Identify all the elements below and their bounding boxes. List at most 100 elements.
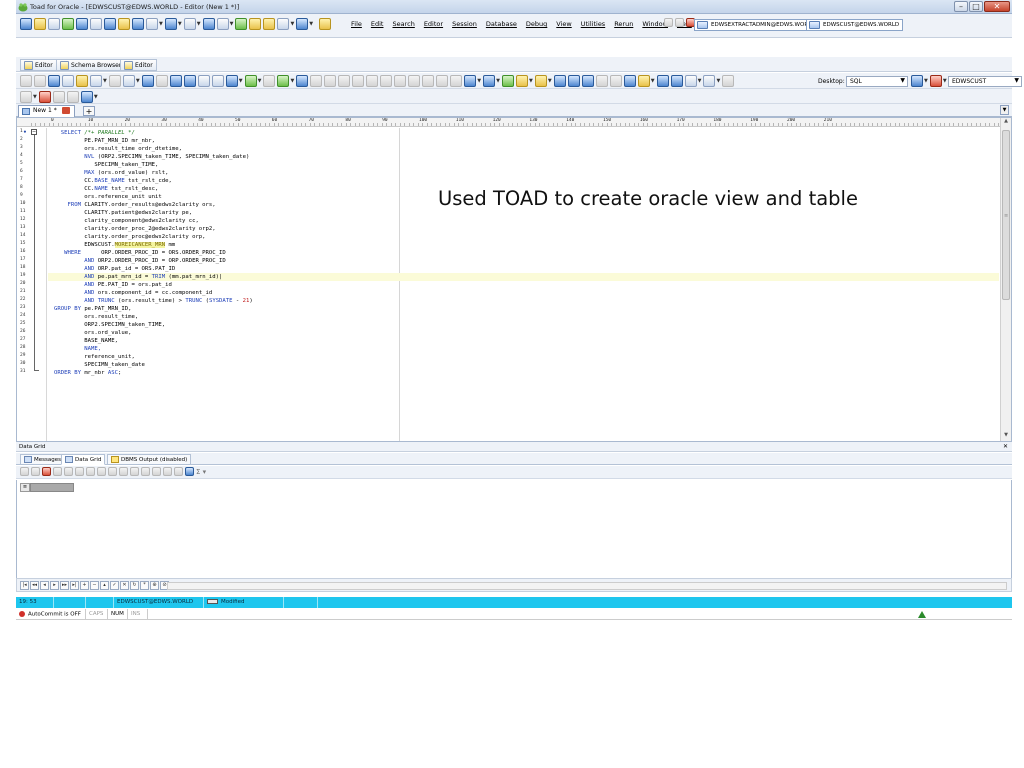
new-icon[interactable] [502, 75, 515, 87]
scroll-up-icon[interactable]: ▲ [1002, 118, 1010, 127]
step-out-icon[interactable] [338, 75, 351, 87]
grid-tool-12-icon[interactable] [141, 467, 150, 476]
code-line[interactable]: ors.reference_unit unit [54, 193, 161, 201]
menu-utilities[interactable]: Utilities [581, 20, 605, 28]
code-line[interactable]: SELECT /*+ PARALLEL */ [54, 129, 135, 137]
nav-post-icon[interactable]: ✓ [110, 581, 119, 590]
save-icon[interactable] [553, 75, 566, 87]
bookmark-icon[interactable] [122, 75, 135, 87]
code-line[interactable]: PE.PAT_MRN_ID mr_nbr, [54, 137, 155, 145]
menu-search[interactable]: Search [392, 20, 414, 28]
session-browser-icon[interactable] [76, 18, 88, 30]
search-icon[interactable] [132, 18, 144, 30]
nav-prior-page-icon[interactable]: ◂◂ [30, 581, 39, 590]
save-all-icon[interactable] [567, 75, 580, 87]
nav-next-page-icon[interactable]: ▸▸ [60, 581, 69, 590]
cut-icon[interactable] [595, 75, 608, 87]
desktop-select[interactable]: SQL ▼ [846, 76, 908, 87]
stop-icon[interactable] [263, 75, 276, 87]
grid-clear-icon[interactable] [42, 467, 51, 476]
undo-icon[interactable] [141, 75, 154, 87]
code-line[interactable]: CLARITY.patient@edws2clarity pe, [54, 209, 192, 217]
autocommit-status[interactable]: AutoCommit is OFF [16, 609, 86, 620]
code-line[interactable]: AND pe.pat_mrn_id = TRIM (mm.pat_mrn_id)… [54, 273, 222, 281]
watch-icon[interactable] [352, 75, 365, 87]
row-indicator[interactable]: ≡ [20, 483, 30, 492]
code-line[interactable]: ors.result_time ordr_dtetime, [54, 145, 182, 153]
run-icon[interactable] [244, 75, 257, 87]
grid-tool-4-icon[interactable] [53, 467, 62, 476]
nav-last-icon[interactable]: ▸| [70, 581, 79, 590]
print-icon[interactable] [581, 75, 594, 87]
trace-icon[interactable] [436, 75, 449, 87]
grid-tool-15-icon[interactable] [174, 467, 183, 476]
nav-apply-icon[interactable]: * [140, 581, 149, 590]
close-button[interactable]: ✕ [984, 1, 1010, 12]
users-icon[interactable] [263, 18, 276, 30]
scroll-down-icon[interactable]: ▼ [1002, 432, 1010, 441]
connection-tab-extractadmin[interactable]: EDWSEXTRACTADMIN@EDWS.WORLD [694, 19, 820, 31]
macro-icon[interactable] [52, 91, 65, 103]
code-area[interactable]: SELECT /*+ PARALLEL */ PE.PAT_MRN_ID mr_… [48, 128, 999, 441]
code-line[interactable]: AND PE.PAT_ID = ors.pat_id [54, 281, 172, 289]
nav-cancel-icon[interactable]: ✕ [120, 581, 129, 590]
code-line[interactable]: AND ors.component_id = cc.component_id [54, 289, 212, 297]
chart-icon[interactable] [216, 18, 229, 30]
help-icon[interactable] [722, 75, 735, 87]
nav-insert-icon[interactable]: + [80, 581, 89, 590]
macro-play-icon[interactable] [66, 91, 79, 103]
export-icon[interactable] [164, 18, 177, 30]
grid-tool-8-icon[interactable] [97, 467, 106, 476]
code-line[interactable]: FROM CLARITY.order_results@edws2clarity … [54, 201, 215, 209]
desktop-delete-icon[interactable] [929, 75, 942, 87]
menu-editor[interactable]: Editor [424, 20, 443, 28]
mdi-minimize-icon[interactable] [664, 18, 673, 27]
compare-icon[interactable] [183, 18, 196, 30]
paste-icon[interactable] [623, 75, 636, 87]
breakpoint-icon[interactable] [366, 75, 379, 87]
schema-browser-icon[interactable] [34, 18, 46, 30]
code-line[interactable]: EDWSCUST.MOREICANCER_MRN mm [54, 241, 175, 249]
grid-filter-icon[interactable] [31, 467, 40, 476]
maximize-button[interactable]: □ [969, 1, 983, 12]
code-line[interactable]: NAME, [54, 345, 101, 353]
tab-data-grid[interactable]: Data Grid [61, 454, 106, 465]
grid-icon[interactable] [90, 18, 102, 30]
step-icon[interactable] [310, 75, 323, 87]
grid-view-icon[interactable] [296, 75, 309, 87]
code-line[interactable]: ors.ord_value, [54, 329, 131, 337]
grid-tool-14-icon[interactable] [163, 467, 172, 476]
nav-refresh-icon[interactable]: ↻ [130, 581, 139, 590]
code-line[interactable]: clarity_component@edws2clarity cc, [54, 217, 199, 225]
grid-refresh-icon[interactable] [185, 467, 194, 476]
menu-edit[interactable]: Edit [371, 20, 384, 28]
nav-prior-icon[interactable]: ◂ [40, 581, 49, 590]
step-over-icon[interactable] [324, 75, 337, 87]
team-coding-icon[interactable] [80, 91, 93, 103]
window-tab-editor-2[interactable]: Editor [120, 59, 157, 71]
add-tab-button[interactable]: + [83, 106, 95, 116]
code-line[interactable]: AND ORP2.ORDER_PROC_ID = ORP.ORDER_PROC_… [54, 257, 225, 265]
nav-edit-icon[interactable]: ▴ [100, 581, 109, 590]
window-tab-editor[interactable]: Editor [20, 59, 57, 71]
code-line[interactable]: MAX (ors.ord_value) rslt, [54, 169, 168, 177]
code-line[interactable]: SPECIMN_taken_TIME, [54, 161, 158, 169]
menu-debug[interactable]: Debug [526, 20, 547, 28]
grid-first-icon[interactable] [20, 467, 29, 476]
window-tab-schema-browser[interactable]: Schema Browser [56, 59, 126, 71]
compile-deps-icon[interactable] [408, 75, 421, 87]
grid-tool-13-icon[interactable] [152, 467, 161, 476]
layout-icon[interactable] [670, 75, 683, 87]
lowercase-icon[interactable] [183, 75, 196, 87]
tab-list-button[interactable]: ▼ [1000, 105, 1009, 115]
sql-editor[interactable]: 0 10 20 30 40 50 60 70 80 90 100 110 120 130 140 150 160… [16, 117, 1012, 442]
grid-tool-10-icon[interactable] [119, 467, 128, 476]
grid-horizontal-scrollbar[interactable] [167, 582, 1007, 590]
find-icon[interactable] [90, 75, 102, 87]
menu-database[interactable]: Database [486, 20, 517, 28]
connection-tab-edwscust[interactable]: EDWSCUST@EDWS.WORLD [806, 19, 904, 31]
code-line[interactable]: AND TRUNC (ors.result_time) > TRUNC (SYS… [54, 297, 252, 305]
code-snippet-icon[interactable] [38, 91, 51, 103]
tab-messages[interactable]: Messages [20, 454, 65, 465]
connect-icon[interactable] [296, 18, 309, 30]
